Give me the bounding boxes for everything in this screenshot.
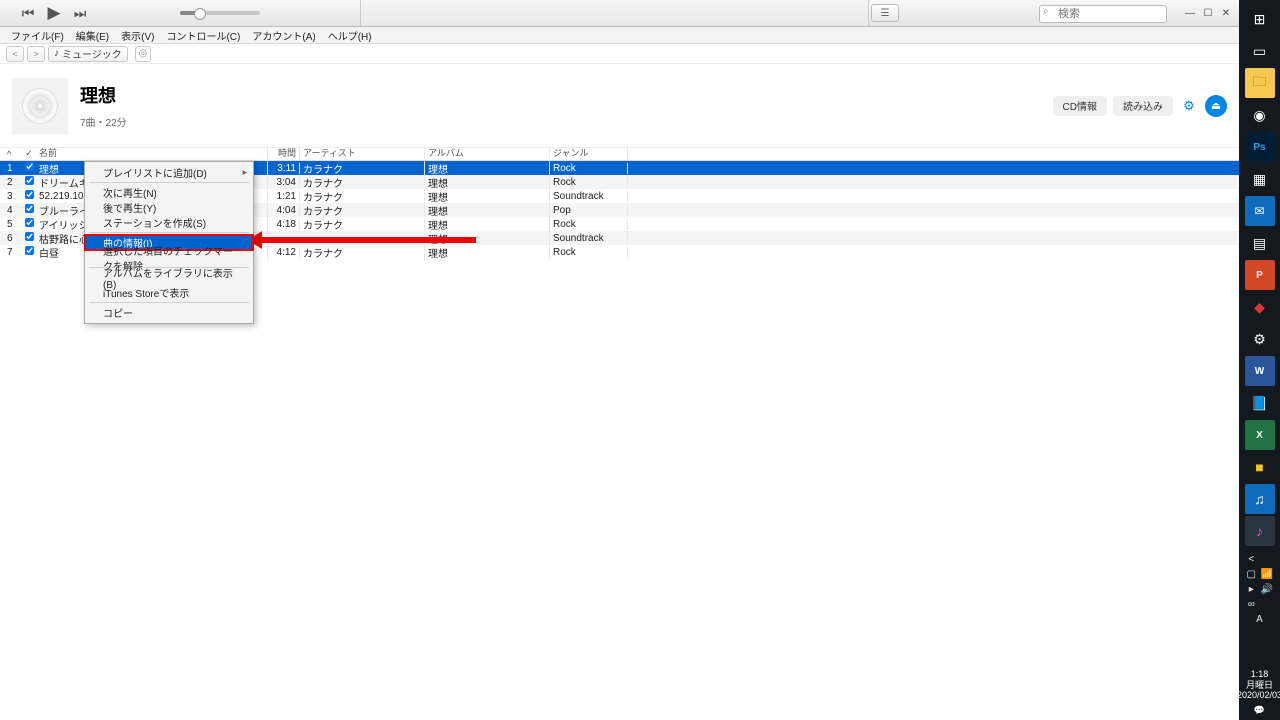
album-artwork xyxy=(12,78,68,134)
ctx-add-to-playlist[interactable]: プレイリストに追加(D) xyxy=(85,165,253,180)
gear-icon[interactable]: ⚙ xyxy=(1179,96,1199,116)
forward-button[interactable]: > xyxy=(27,46,45,62)
tray-icon[interactable]: ▢ xyxy=(1246,569,1257,580)
tray-icon[interactable]: ▸ xyxy=(1246,584,1257,595)
app-icon[interactable]: ■ xyxy=(1245,452,1275,482)
track-table-header: ^ ✓ 名前 時間 アーティスト アルバム ジャンル xyxy=(0,148,1239,161)
word-icon[interactable]: W xyxy=(1245,356,1275,386)
windows-taskbar: ⊞ ▭ 🗀 ◉ Ps ▦ ✉ ▤ P ◆ ⚙ W 📘 X ■ ♫ ♪ < ▢ 📶 … xyxy=(1239,0,1280,720)
search-icon: ⌕ xyxy=(1043,6,1049,17)
ctx-show-in-library[interactable]: アルバムをライブラリに表示(B) xyxy=(85,270,253,285)
mail-icon[interactable]: ✉ xyxy=(1245,196,1275,226)
track-checkbox[interactable] xyxy=(25,232,34,241)
cd-info-button[interactable]: CD情報 xyxy=(1053,96,1107,116)
context-menu: プレイリストに追加(D) 次に再生(N) 後で再生(Y) ステーションを作成(S… xyxy=(84,161,254,324)
category-selector[interactable]: ♪ ミュージック xyxy=(48,46,128,62)
album-title: 理想 xyxy=(80,82,127,108)
app-icon[interactable]: ⚙ xyxy=(1245,324,1275,354)
track-list: 1 理想3:11 カラナク理想 Rock 2 ドリームキラー3:04 カラナク理… xyxy=(0,161,1239,259)
eject-button[interactable]: ⏏ xyxy=(1205,95,1227,117)
track-checkbox[interactable] xyxy=(25,204,34,213)
track-checkbox[interactable] xyxy=(25,176,34,185)
system-tray[interactable]: < ▢ 📶 ▸ 🔊 ∞ A xyxy=(1239,548,1280,631)
search-input[interactable]: ⌕ xyxy=(1039,4,1167,23)
nav-row: < > ♪ ミュージック ◎ xyxy=(0,44,1239,64)
menu-account[interactable]: アカウント(A) xyxy=(247,28,320,43)
next-button[interactable]: ⏭ xyxy=(70,3,90,23)
powerpoint-icon[interactable]: P xyxy=(1245,260,1275,290)
menu-control[interactable]: コントロール(C) xyxy=(161,28,245,43)
menu-edit[interactable]: 編集(E) xyxy=(71,28,114,43)
chrome-icon[interactable]: ◉ xyxy=(1245,100,1275,130)
volume-slider[interactable] xyxy=(180,11,260,15)
minimize-button[interactable]: — xyxy=(1183,6,1197,20)
track-checkbox[interactable] xyxy=(25,218,34,227)
tray-icon[interactable]: ∞ xyxy=(1246,599,1257,610)
track-checkbox[interactable] xyxy=(25,190,34,199)
clock[interactable]: 1:18 月曜日 2020/02/03 💬 xyxy=(1237,669,1280,720)
excel-icon[interactable]: X xyxy=(1245,420,1275,450)
back-button[interactable]: < xyxy=(6,46,24,62)
album-header: 理想 7曲・22分 CD情報 読み込み ⚙ ⏏ xyxy=(0,64,1239,148)
col-checked[interactable]: ✓ xyxy=(22,148,36,159)
menu-help[interactable]: ヘルプ(H) xyxy=(323,28,377,43)
cd-icon xyxy=(22,88,58,124)
prev-button[interactable]: ⏮ xyxy=(18,3,38,23)
ctx-copy[interactable]: コピー xyxy=(85,305,253,320)
app-icon[interactable]: ▦ xyxy=(1245,164,1275,194)
app-icon[interactable]: 📘 xyxy=(1245,388,1275,418)
ctx-show-in-store[interactable]: iTunes Storeで表示 xyxy=(85,285,253,300)
list-view-button[interactable]: ☰ xyxy=(871,4,899,22)
track-checkbox[interactable] xyxy=(25,246,34,255)
maximize-button[interactable]: ☐ xyxy=(1201,6,1215,20)
album-meta: 7曲・22分 xyxy=(80,114,127,129)
app-icon[interactable]: ◆ xyxy=(1245,292,1275,322)
track-checkbox[interactable] xyxy=(25,162,34,171)
titlebar: ⏮ ▶ ⏭ ☰ ⌕ — ☐ ✕ xyxy=(0,0,1239,27)
play-button[interactable]: ▶ xyxy=(44,3,64,23)
lcd-display xyxy=(360,0,869,26)
explorer-icon[interactable]: 🗀 xyxy=(1245,68,1275,98)
wifi-icon[interactable]: 📶 xyxy=(1261,569,1273,580)
menu-file[interactable]: ファイル(F) xyxy=(6,28,69,43)
import-button[interactable]: 読み込み xyxy=(1113,96,1173,116)
music-app-icon[interactable]: ♫ xyxy=(1245,484,1275,514)
volume-icon[interactable]: 🔊 xyxy=(1261,584,1273,595)
menu-view[interactable]: 表示(V) xyxy=(116,28,159,43)
taskview-icon[interactable]: ▭ xyxy=(1245,36,1275,66)
ctx-play-later[interactable]: 後で再生(Y) xyxy=(85,200,253,215)
start-button[interactable]: ⊞ xyxy=(1245,4,1275,34)
close-button[interactable]: ✕ xyxy=(1219,6,1233,20)
music-note-icon: ♪ xyxy=(54,48,59,59)
menu-bar: ファイル(F) 編集(E) 表示(V) コントロール(C) アカウント(A) ヘ… xyxy=(0,27,1239,44)
calculator-icon[interactable]: ▤ xyxy=(1245,228,1275,258)
ctx-create-station[interactable]: ステーションを作成(S) xyxy=(85,215,253,230)
chevron-up-icon[interactable]: < xyxy=(1246,554,1257,565)
itunes-icon[interactable]: ♪ xyxy=(1245,516,1275,546)
col-number[interactable]: ^ xyxy=(0,149,22,159)
ime-icon[interactable]: A xyxy=(1246,614,1273,625)
media-picker-button[interactable]: ◎ xyxy=(135,46,151,62)
ctx-uncheck-selection[interactable]: 選択した項目のチェックマークを解除 xyxy=(85,250,253,265)
ctx-play-next[interactable]: 次に再生(N) xyxy=(85,185,253,200)
action-center-icon[interactable]: 💬 xyxy=(1237,705,1280,716)
photoshop-icon[interactable]: Ps xyxy=(1245,132,1275,162)
